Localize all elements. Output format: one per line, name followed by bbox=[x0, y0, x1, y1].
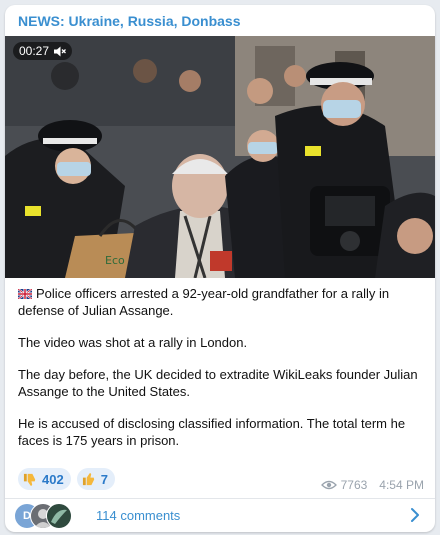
reaction-thumbs-down[interactable]: 402 bbox=[18, 468, 71, 490]
reactions-bar: 402 7 bbox=[18, 468, 115, 490]
view-count: 7763 bbox=[340, 478, 368, 492]
thumbs-up-icon bbox=[82, 472, 94, 485]
eye-icon bbox=[320, 480, 337, 490]
video-player[interactable]: Eco 00:27 bbox=[5, 36, 435, 278]
video-duration: 00:27 bbox=[19, 44, 50, 58]
video-timer: 00:27 bbox=[13, 42, 73, 60]
message-meta: 7763 4:54 PM bbox=[320, 478, 424, 492]
uk-flag-icon bbox=[18, 289, 32, 299]
reaction-count: 7 bbox=[100, 471, 108, 487]
caption-paragraph-2: The video was shot at a rally in London. bbox=[18, 335, 248, 350]
comments-button[interactable]: D 114 comments bbox=[5, 499, 435, 532]
message-time: 4:54 PM bbox=[379, 478, 424, 492]
message-card: NEWS: Ukraine, Russia, Donbass Eco 00:27… bbox=[5, 5, 435, 532]
comments-count: 114 comments bbox=[96, 508, 181, 523]
post-caption: Police officers arrested a 92-year-old g… bbox=[18, 285, 426, 464]
caption-paragraph-4: He is accused of disclosing classified i… bbox=[18, 416, 406, 448]
commenter-avatars: D bbox=[14, 502, 84, 529]
thumbs-down-icon bbox=[23, 473, 36, 486]
caption-paragraph-1: Police officers arrested a 92-year-old g… bbox=[18, 285, 426, 319]
avatar bbox=[46, 502, 72, 529]
avatar-image bbox=[51, 509, 67, 524]
caption-text-1: Police officers arrested a 92-year-old g… bbox=[18, 286, 390, 318]
video-frame: Eco bbox=[5, 36, 435, 278]
reaction-count: 402 bbox=[42, 471, 64, 487]
caption-paragraph-3: The day before, the UK decided to extrad… bbox=[18, 367, 418, 399]
reaction-thumbs-up[interactable]: 7 bbox=[76, 468, 115, 490]
channel-name[interactable]: NEWS: Ukraine, Russia, Donbass bbox=[18, 13, 241, 29]
chevron-right-icon bbox=[411, 508, 419, 522]
muted-speaker-icon[interactable] bbox=[54, 46, 66, 57]
svg-text:Eco: Eco bbox=[105, 254, 125, 267]
